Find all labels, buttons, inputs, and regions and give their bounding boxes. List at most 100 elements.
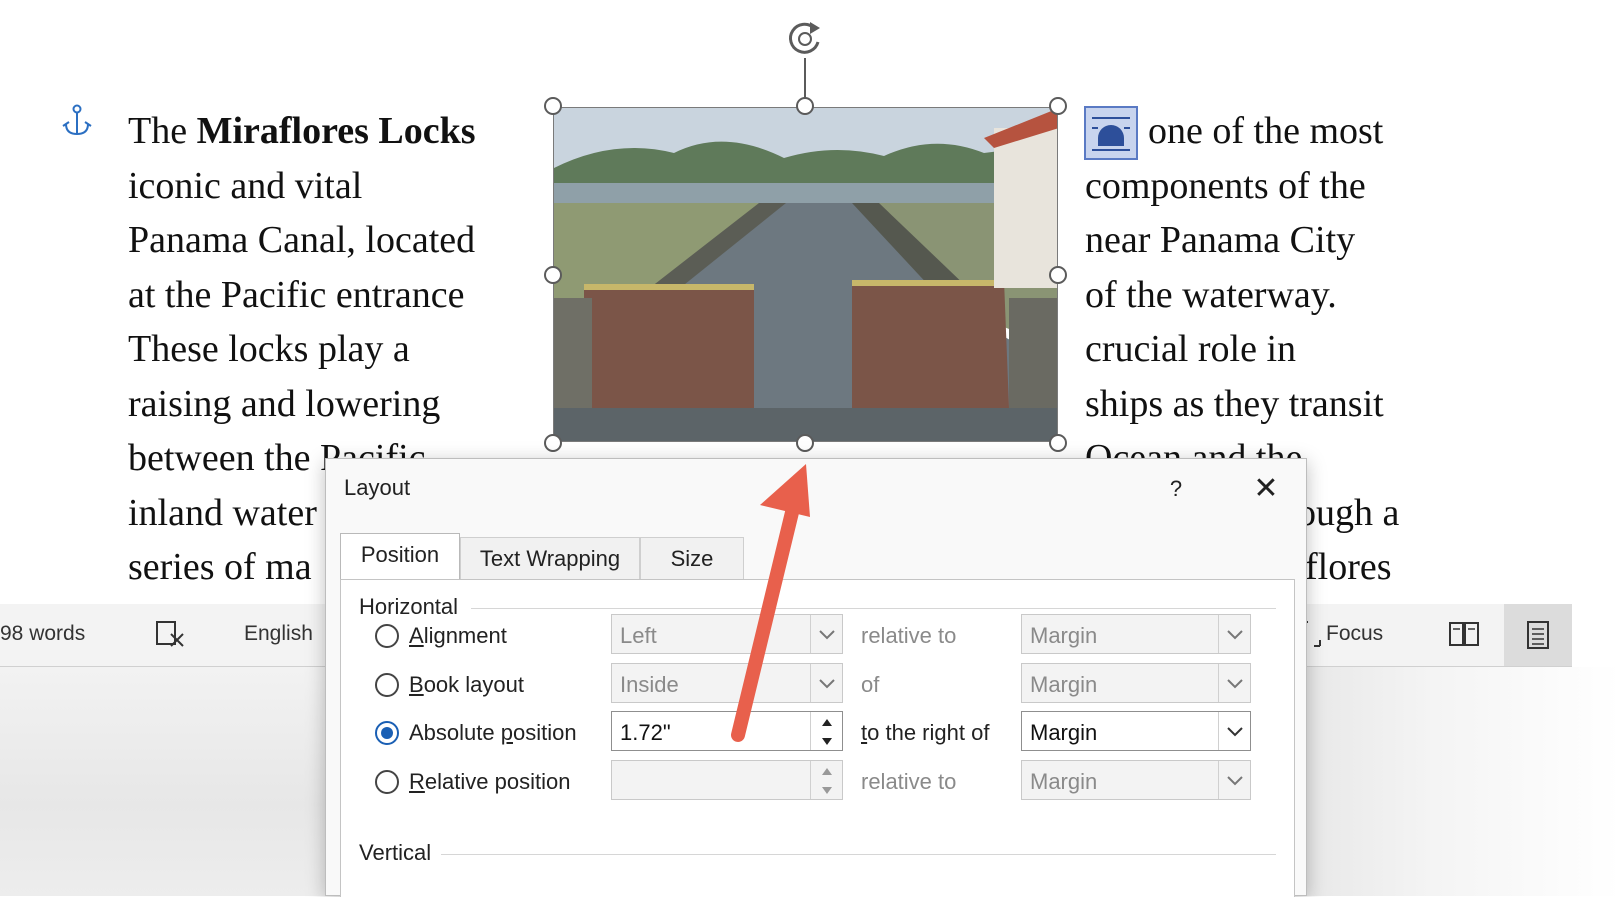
book-layout-select[interactable]: Inside bbox=[611, 663, 843, 703]
group-divider bbox=[471, 608, 1276, 609]
chevron-down-icon[interactable] bbox=[810, 615, 842, 653]
read-mode-icon[interactable] bbox=[1448, 620, 1480, 648]
book-layout-relative-select[interactable]: Margin bbox=[1021, 663, 1251, 703]
book-layout-of-label: of bbox=[861, 672, 880, 697]
anchor-icon bbox=[62, 104, 92, 136]
alignment-relative-select[interactable]: Margin bbox=[1021, 614, 1251, 654]
proofing-icon[interactable] bbox=[155, 620, 185, 648]
to-the-right-of-label: to the right of bbox=[861, 720, 989, 746]
canal-locks-illustration bbox=[554, 108, 1057, 441]
doc-line: The Miraflores Locks bbox=[128, 107, 476, 155]
select-value: Margin bbox=[1030, 769, 1098, 794]
label-text: lignment bbox=[423, 623, 507, 648]
spin-down-icon[interactable] bbox=[810, 731, 842, 750]
label-text: ook layout bbox=[423, 672, 524, 697]
resize-handle-left[interactable] bbox=[544, 266, 562, 284]
alignment-relative-label: relative to bbox=[861, 623, 957, 648]
access-key: A bbox=[409, 623, 424, 648]
label-text: o the right of bbox=[867, 720, 990, 745]
access-key: R bbox=[409, 769, 425, 794]
doc-line: ships as they transit bbox=[1085, 383, 1384, 425]
language-indicator[interactable]: English bbox=[244, 622, 313, 646]
position-tab-panel: Horizontal Alignment Left relative to Ma… bbox=[340, 579, 1295, 897]
doc-line: of the waterway. bbox=[1085, 274, 1337, 316]
spin-down-icon[interactable] bbox=[810, 780, 842, 799]
alignment-row: Alignment Left relative to Margin bbox=[341, 614, 1296, 658]
alignment-radio[interactable] bbox=[375, 624, 399, 648]
absolute-position-row: Absolute position 1.72" to the right of … bbox=[341, 711, 1296, 755]
access-key: p bbox=[500, 720, 513, 745]
label-text: Absolute bbox=[409, 720, 501, 745]
resize-handle-bottom-right[interactable] bbox=[1049, 434, 1067, 452]
rotate-handle-icon[interactable] bbox=[784, 18, 826, 60]
resize-handle-bottom[interactable] bbox=[796, 434, 814, 452]
select-value: Left bbox=[620, 623, 657, 648]
absolute-position-radio[interactable] bbox=[375, 721, 399, 745]
relative-position-label: Relative position bbox=[409, 769, 570, 795]
select-value: Margin bbox=[1030, 623, 1098, 648]
chevron-down-icon[interactable] bbox=[1218, 761, 1250, 799]
resize-handle-right[interactable] bbox=[1049, 266, 1067, 284]
doc-line: near Panama City bbox=[1085, 219, 1356, 261]
print-layout-icon bbox=[1527, 621, 1549, 649]
help-button[interactable]: ? bbox=[1156, 469, 1196, 509]
print-layout-button[interactable] bbox=[1504, 604, 1572, 666]
input-value: 1.72" bbox=[620, 720, 671, 745]
doc-line: iconic and vital bbox=[128, 165, 363, 207]
label-text: elative position bbox=[424, 769, 571, 794]
select-value: Inside bbox=[620, 672, 679, 697]
resize-handle-top[interactable] bbox=[796, 97, 814, 115]
doc-line: inland water bbox=[128, 492, 317, 534]
chevron-down-icon[interactable] bbox=[1218, 615, 1250, 653]
dialog-title: Layout bbox=[344, 475, 411, 500]
relative-position-relative-select[interactable]: Margin bbox=[1021, 760, 1251, 800]
doc-line: flores bbox=[1305, 546, 1392, 588]
access-key: B bbox=[409, 672, 424, 697]
relative-position-row: Relative position relative to Margin bbox=[341, 760, 1296, 804]
spin-up-icon[interactable] bbox=[810, 712, 842, 731]
doc-line: raising and lowering bbox=[128, 383, 441, 425]
close-button[interactable]: ✕ bbox=[1246, 469, 1286, 509]
resize-handle-top-left[interactable] bbox=[544, 97, 562, 115]
absolute-position-relative-select[interactable]: Margin bbox=[1021, 711, 1251, 751]
doc-line: one of the most bbox=[1148, 110, 1384, 152]
tab-text-wrapping[interactable]: Text Wrapping bbox=[460, 537, 640, 579]
relative-position-relative-label: relative to bbox=[861, 769, 957, 794]
select-value: Margin bbox=[1030, 672, 1098, 697]
word-count[interactable]: 98 words bbox=[0, 622, 85, 646]
vertical-heading: Vertical bbox=[359, 840, 432, 865]
doc-line: at the Pacific entrance bbox=[128, 274, 465, 316]
resize-handle-top-right[interactable] bbox=[1049, 97, 1067, 115]
book-layout-label: Book layout bbox=[409, 672, 524, 698]
book-layout-row: Book layout Inside of Margin bbox=[341, 663, 1296, 707]
absolute-position-input[interactable]: 1.72" bbox=[611, 711, 843, 751]
focus-button[interactable]: Focus bbox=[1326, 622, 1383, 646]
tab-size[interactable]: Size bbox=[640, 537, 744, 579]
alignment-select[interactable]: Left bbox=[611, 614, 843, 654]
tab-position[interactable]: Position bbox=[340, 533, 460, 579]
doc-bold-text: Miraflores Locks bbox=[196, 110, 476, 152]
doc-line: components of the bbox=[1085, 165, 1366, 207]
chevron-down-icon[interactable] bbox=[1218, 664, 1250, 702]
layout-options-icon[interactable] bbox=[1084, 106, 1138, 160]
chevron-down-icon[interactable] bbox=[1218, 712, 1250, 750]
book-layout-radio[interactable] bbox=[375, 673, 399, 697]
select-value: Margin bbox=[1030, 720, 1098, 745]
relative-position-radio[interactable] bbox=[375, 770, 399, 794]
layout-dialog: Layout ? ✕ Position Text Wrapping Size H… bbox=[325, 458, 1307, 897]
doc-line: ough a bbox=[1297, 492, 1400, 534]
doc-line: These locks play a bbox=[128, 328, 410, 370]
doc-line: series of ma bbox=[128, 546, 312, 588]
doc-line: crucial role in bbox=[1085, 328, 1297, 370]
spin-up-icon[interactable] bbox=[810, 761, 842, 780]
canal-locks-picture[interactable] bbox=[553, 107, 1058, 442]
doc-line: Panama Canal, located bbox=[128, 219, 476, 261]
absolute-position-label: Absolute position bbox=[409, 720, 577, 746]
doc-text: The bbox=[128, 110, 197, 152]
relative-position-input[interactable] bbox=[611, 760, 843, 800]
background-fade bbox=[1305, 667, 1620, 896]
group-divider bbox=[441, 854, 1276, 855]
label-text: osition bbox=[512, 720, 577, 745]
chevron-down-icon[interactable] bbox=[810, 664, 842, 702]
resize-handle-bottom-left[interactable] bbox=[544, 434, 562, 452]
